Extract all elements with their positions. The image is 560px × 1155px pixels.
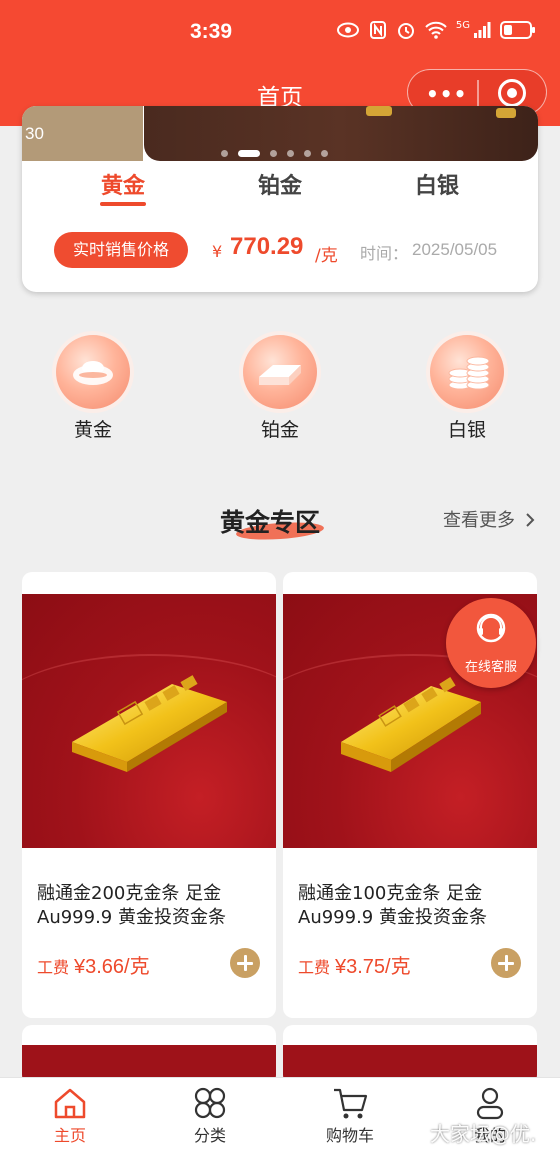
tab-platinum[interactable]: 铂金 [240, 168, 320, 200]
carousel-dot [304, 150, 311, 157]
eye-icon [336, 22, 359, 38]
category-icon [194, 1087, 226, 1119]
silver-coins-icon [430, 335, 504, 409]
carousel-dot [287, 150, 294, 157]
chevron-right-icon [526, 513, 535, 527]
price-value: 770.29 [230, 233, 304, 260]
carousel-dot [221, 150, 228, 157]
product-name: 融通金100克金条 足金Au999.9 黄金投资金条 [298, 883, 487, 928]
see-more-link[interactable]: 查看更多 [443, 506, 536, 532]
headset-icon [476, 613, 506, 643]
category-label: 白银 [447, 419, 486, 441]
gold-glint [366, 106, 392, 116]
add-to-cart-button[interactable] [230, 948, 260, 978]
price-card: 30 黄金 铂金 白银 实时销售价格 ¥ 770.29 /克 时间： 2025/… [22, 106, 538, 292]
fee-label: 工费 [298, 958, 331, 977]
user-icon [476, 1087, 504, 1120]
home-icon [54, 1088, 86, 1119]
carousel-dot-active [238, 150, 260, 157]
tab-gold[interactable]: 黄金 [83, 168, 163, 200]
product-card[interactable] [22, 1025, 276, 1085]
banner-slide-prev: 30 [22, 106, 143, 161]
banner-left-text: 30 [25, 124, 44, 143]
wifi-icon [425, 21, 447, 39]
close-mini-program-button[interactable] [498, 79, 526, 107]
category-label: 铂金 [260, 419, 299, 441]
background-wave [22, 654, 276, 774]
fee-value: ¥3.75/克 [335, 956, 411, 978]
product-card[interactable]: 融通金200克金条 足金Au999.9 黄金投资金条 工费 ¥3.66/克 [22, 572, 276, 1018]
gold-glint [496, 108, 516, 118]
price-time: 2025/05/05 [412, 240, 498, 259]
tab-category[interactable]: 分类 [165, 1086, 255, 1146]
tab-cart[interactable]: 购物车 [305, 1086, 395, 1146]
alarm-icon [397, 23, 414, 39]
watermark: 大家坛@优. [430, 1122, 537, 1146]
metal-tabs: 黄金 铂金 白银 [22, 168, 538, 210]
product-image [22, 594, 276, 848]
tab-label: 购物车 [325, 1126, 374, 1145]
cart-icon [334, 1088, 368, 1119]
carousel-dot [321, 150, 328, 157]
see-more-label: 查看更多 [443, 510, 515, 531]
price-unit: /克 [315, 246, 338, 266]
banner-carousel[interactable]: 30 [22, 106, 538, 161]
realtime-price-button[interactable]: 实时销售价格 [54, 232, 188, 268]
tab-label: 分类 [193, 1126, 226, 1145]
signal-icon [474, 22, 491, 38]
section-title: 黄金专区 [220, 508, 321, 537]
product-name: 融通金200克金条 足金Au999.9 黄金投资金条 [37, 883, 226, 928]
platinum-bar-icon [243, 335, 317, 409]
tab-underline [100, 202, 146, 206]
nfc-icon [369, 21, 386, 39]
category-platinum[interactable]: 铂金 [235, 335, 325, 442]
carousel-dots [221, 150, 328, 157]
status-icons: 5G [336, 20, 535, 40]
more-options-button[interactable]: ••• [426, 82, 467, 106]
tab-home[interactable]: 主页 [25, 1086, 115, 1146]
price-time-label: 时间： [360, 244, 409, 263]
category-gold[interactable]: 黄金 [48, 335, 138, 442]
fee-label: 工费 [37, 958, 70, 977]
add-to-cart-button[interactable] [491, 948, 521, 978]
customer-service-label: 在线客服 [464, 660, 517, 675]
network-label: 5G [455, 20, 470, 31]
category-silver[interactable]: 白银 [422, 335, 512, 442]
product-card[interactable] [283, 1025, 537, 1085]
gold-ingot-icon [56, 335, 130, 409]
status-time: 3:39 [190, 20, 233, 43]
battery-icon [500, 21, 535, 39]
fee-value: ¥3.66/克 [74, 956, 150, 978]
carousel-dot [270, 150, 277, 157]
status-bar: 3:39 5G [0, 0, 560, 66]
capsule-divider [477, 80, 479, 106]
tab-label: 主页 [53, 1126, 86, 1145]
banner-slide-current [144, 106, 538, 161]
tab-silver[interactable]: 白银 [397, 168, 477, 200]
customer-service-button[interactable]: 在线客服 [446, 598, 536, 688]
category-label: 黄金 [73, 419, 112, 441]
price-currency: ¥ [212, 242, 223, 261]
